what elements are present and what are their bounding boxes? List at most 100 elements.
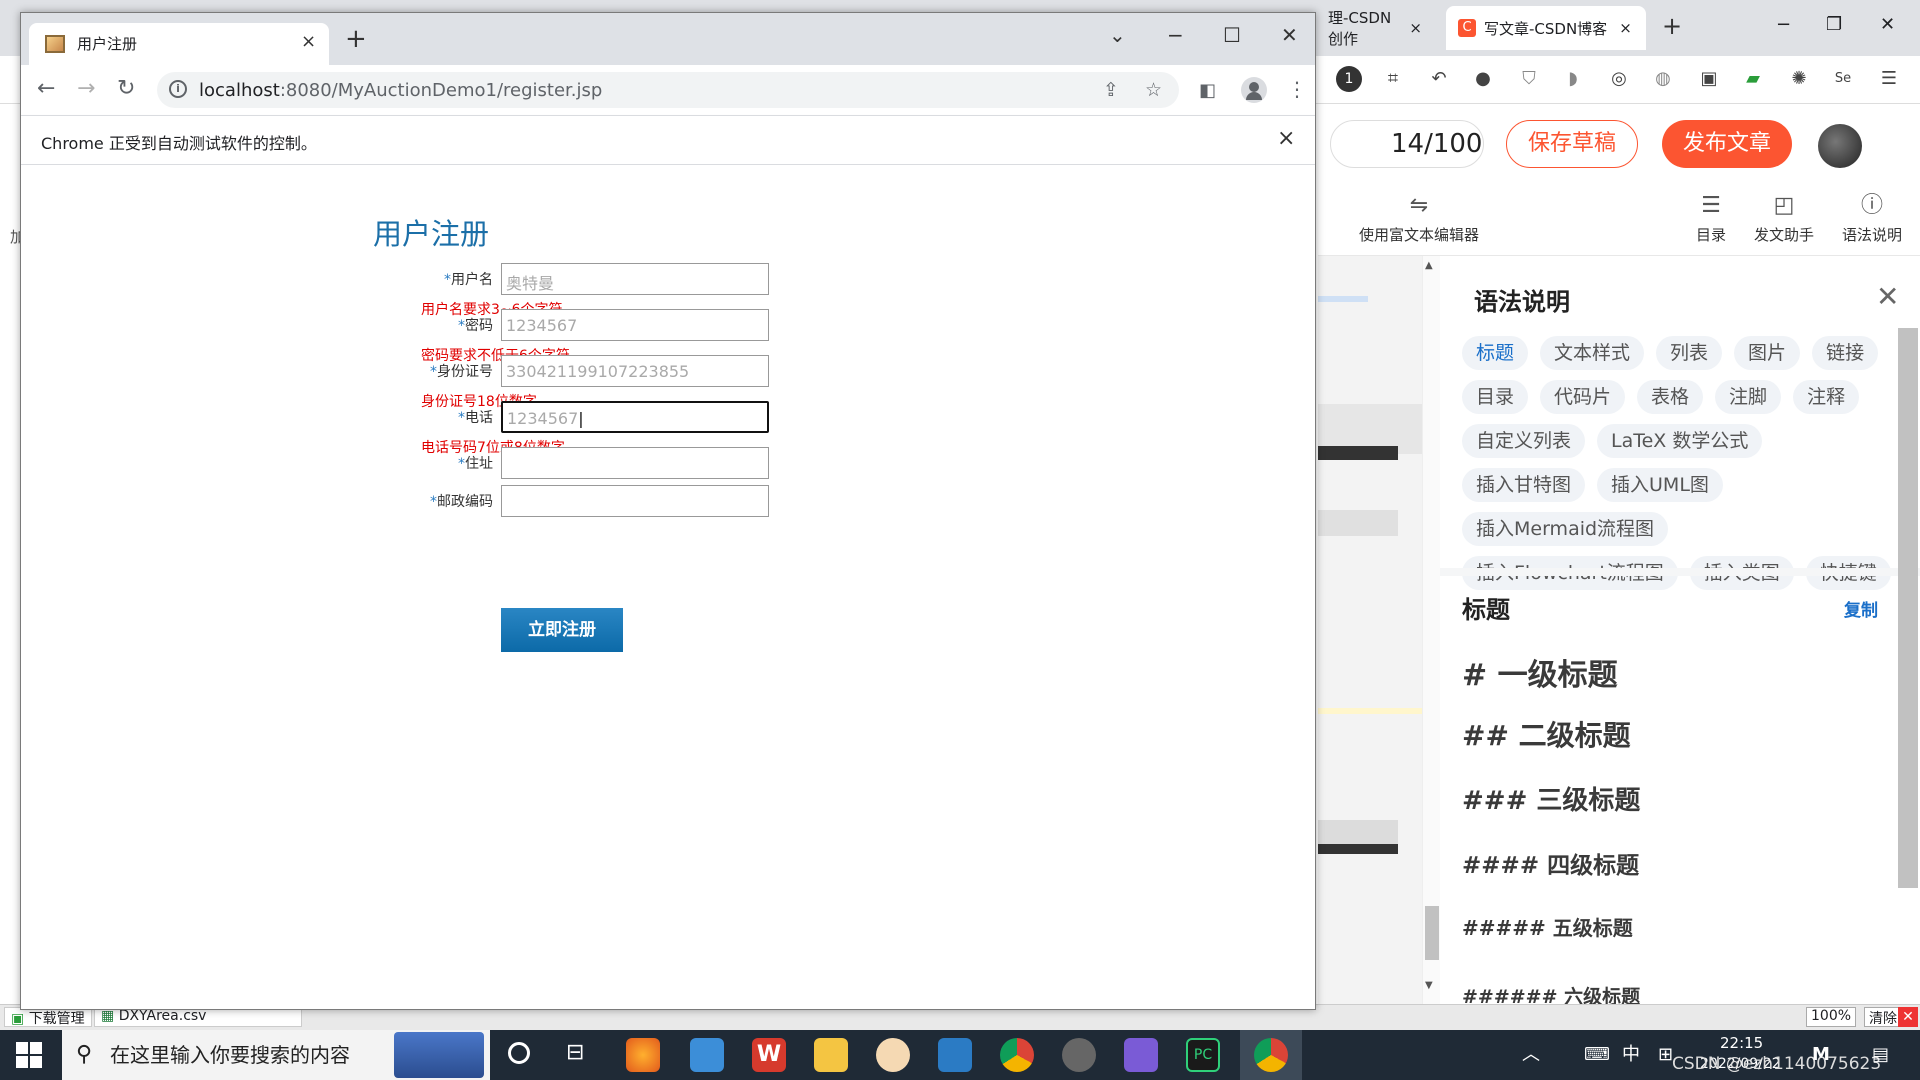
app-icon[interactable]: [938, 1038, 972, 1072]
scroll-up-icon[interactable]: ▲: [1425, 260, 1433, 271]
chip-list[interactable]: 列表: [1656, 336, 1723, 370]
notification-app-icon[interactable]: M: [1812, 1030, 1830, 1080]
profile-icon[interactable]: [1241, 77, 1267, 103]
task-view-icon[interactable]: ⊟: [566, 1040, 584, 1065]
tab-register[interactable]: 用户注册 ×: [29, 23, 329, 65]
taskbar-search-box[interactable]: ⚲ 在这里输入你要搜索的内容: [62, 1030, 490, 1080]
address-bar[interactable]: i localhost:8080/MyAuctionDemo1/register…: [157, 72, 1179, 108]
address-input[interactable]: [501, 447, 769, 479]
register-submit-button[interactable]: 立即注册: [501, 608, 623, 652]
download-item[interactable]: ▦ DXYArea.csv: [94, 1007, 302, 1027]
bookmark-star-icon[interactable]: ☆: [1145, 79, 1162, 101]
background-tab-write-article[interactable]: C 写文章-CSDN博客 ×: [1446, 6, 1646, 50]
site-info-icon[interactable]: i: [169, 80, 187, 98]
extension-icon[interactable]: ▣: [1696, 66, 1722, 92]
copy-button[interactable]: 复制: [1844, 596, 1878, 621]
close-icon[interactable]: ×: [1277, 126, 1295, 151]
crop-icon[interactable]: ⌗: [1380, 66, 1406, 92]
username-input[interactable]: 奥特曼: [501, 263, 769, 295]
close-icon[interactable]: ×: [301, 31, 316, 52]
panel-scrollbar[interactable]: [1898, 328, 1918, 888]
keyboard-icon[interactable]: ⌨: [1584, 1030, 1610, 1080]
clock-time[interactable]: 22:15: [1720, 1034, 1763, 1052]
tray-up-icon[interactable]: ︿: [1522, 1030, 1540, 1080]
close-button[interactable]: ✕: [1880, 14, 1895, 35]
url-text[interactable]: localhost:8080/MyAuctionDemo1/register.j…: [199, 80, 602, 101]
extension-icon[interactable]: ◎: [1606, 66, 1632, 92]
phone-input[interactable]: 1234567|: [501, 401, 769, 433]
app-icon[interactable]: [1124, 1038, 1158, 1072]
forward-arrow-icon[interactable]: →: [77, 77, 95, 101]
background-tab-csdn-creator[interactable]: 理-CSDN创作 ×: [1316, 6, 1434, 50]
maximize-button[interactable]: ☐: [1223, 23, 1241, 47]
postcode-input[interactable]: [501, 485, 769, 517]
chip-footnote[interactable]: 注脚: [1715, 380, 1782, 414]
chip-uml[interactable]: 插入UML图: [1597, 468, 1723, 502]
publish-button[interactable]: 发布文章: [1662, 120, 1792, 168]
scrollbar-thumb[interactable]: [1425, 906, 1439, 960]
save-draft-button[interactable]: 保存草稿: [1506, 120, 1638, 168]
selenium-icon[interactable]: Se: [1830, 66, 1856, 92]
chip-toc[interactable]: 目录: [1462, 380, 1529, 414]
chip-image[interactable]: 图片: [1734, 336, 1801, 370]
avatar[interactable]: [1818, 124, 1862, 168]
rich-editor-button[interactable]: ⇋ 使用富文本编辑器: [1334, 188, 1504, 245]
chip-code[interactable]: 代码片: [1540, 380, 1626, 414]
restore-button[interactable]: ❐: [1826, 14, 1842, 35]
menu-icon[interactable]: ☰: [1876, 66, 1902, 92]
new-tab-button[interactable]: +: [345, 26, 367, 52]
chip-text-style[interactable]: 文本样式: [1540, 336, 1645, 370]
pycharm-icon[interactable]: PC: [1186, 1038, 1220, 1072]
app-icon[interactable]: [690, 1038, 724, 1072]
active-app-highlight[interactable]: [1240, 1030, 1302, 1080]
chip-comment[interactable]: 注释: [1793, 380, 1860, 414]
share-icon[interactable]: ⇪: [1103, 79, 1119, 101]
settings-gear-icon[interactable]: [1062, 1038, 1096, 1072]
minimize-button[interactable]: −: [1167, 23, 1184, 47]
extension-icon[interactable]: ✺: [1786, 66, 1812, 92]
close-icon[interactable]: ×: [1409, 19, 1422, 37]
cortana-icon[interactable]: [508, 1042, 530, 1064]
ime-mode-icon[interactable]: ⊞: [1658, 1030, 1673, 1080]
extension-icon[interactable]: ●: [1470, 66, 1496, 92]
new-tab-button[interactable]: +: [1662, 12, 1682, 40]
notification-icon[interactable]: ▤: [1872, 1030, 1889, 1080]
close-icon[interactable]: ×: [1619, 19, 1632, 37]
extension-icon[interactable]: ▰: [1740, 66, 1766, 92]
chip-heading[interactable]: 标题: [1462, 336, 1529, 370]
app-icon[interactable]: [876, 1038, 910, 1072]
reload-icon[interactable]: ↻: [117, 77, 135, 101]
toc-button[interactable]: ☰ 目录: [1686, 188, 1736, 245]
shield-icon[interactable]: ⛉: [1516, 66, 1542, 92]
chrome-icon[interactable]: [1000, 1038, 1034, 1072]
chip-definition-list[interactable]: 自定义列表: [1462, 424, 1586, 458]
close-icon[interactable]: ✕: [1898, 1007, 1918, 1027]
firefox-icon[interactable]: [626, 1038, 660, 1072]
chip-link[interactable]: 链接: [1812, 336, 1879, 370]
chip-mermaid[interactable]: 插入Mermaid流程图: [1462, 512, 1669, 546]
editor-scrollbar[interactable]: ▲ ▼: [1422, 256, 1440, 1020]
more-menu-icon[interactable]: ⋮: [1287, 77, 1307, 101]
id-number-input[interactable]: 330421199107223855: [501, 355, 769, 387]
wps-icon[interactable]: W: [752, 1038, 786, 1072]
side-panel-icon[interactable]: ◧: [1199, 79, 1216, 103]
close-icon[interactable]: ✕: [1876, 280, 1899, 313]
chip-latex[interactable]: LaTeX 数学公式: [1597, 424, 1763, 458]
close-button[interactable]: ✕: [1281, 23, 1298, 47]
extension-icon[interactable]: 1: [1336, 66, 1362, 92]
back-arrow-icon[interactable]: ←: [37, 77, 55, 101]
minimize-button[interactable]: −: [1776, 14, 1791, 35]
windows-start-button[interactable]: [16, 1042, 42, 1068]
shield-icon[interactable]: ◗: [1560, 66, 1586, 92]
undo-icon[interactable]: ↶: [1426, 66, 1452, 92]
globe-icon[interactable]: ◍: [1650, 66, 1676, 92]
tab-search-icon[interactable]: ⌄: [1109, 23, 1126, 47]
syntax-help-button[interactable]: ⓘ 语法说明: [1832, 188, 1912, 245]
chip-gantt[interactable]: 插入甘特图: [1462, 468, 1586, 502]
chip-table[interactable]: 表格: [1637, 380, 1704, 414]
file-explorer-icon[interactable]: [814, 1038, 848, 1072]
ime-indicator[interactable]: 中: [1622, 1030, 1640, 1080]
scroll-down-icon[interactable]: ▼: [1425, 980, 1433, 991]
clear-button[interactable]: 清除: [1864, 1007, 1902, 1027]
assistant-button[interactable]: ◰ 发文助手: [1744, 188, 1824, 245]
